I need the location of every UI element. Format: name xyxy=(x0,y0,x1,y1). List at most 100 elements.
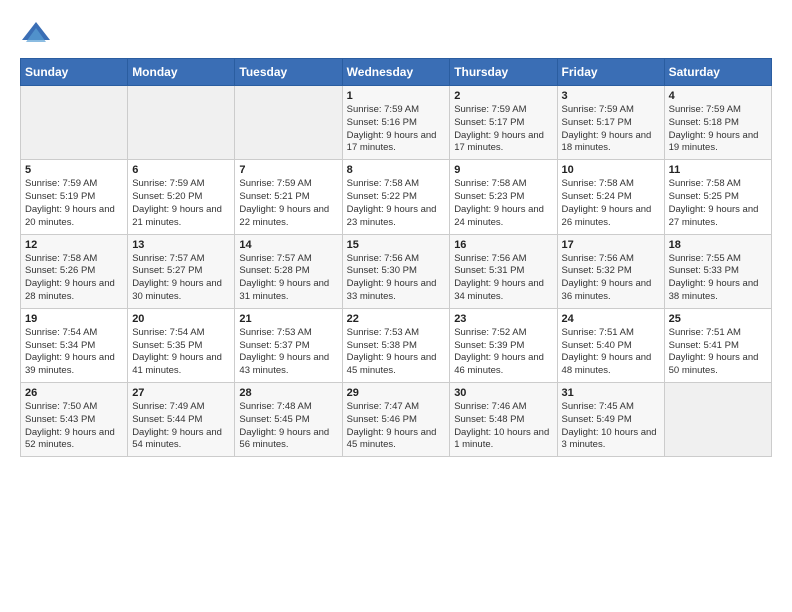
day-info: Sunrise: 7:47 AM Sunset: 5:46 PM Dayligh… xyxy=(347,401,446,452)
day-number: 22 xyxy=(347,313,446,325)
calendar-week-row: 1Sunrise: 7:59 AM Sunset: 5:16 PM Daylig… xyxy=(21,86,772,160)
day-number: 15 xyxy=(347,239,446,251)
day-info: Sunrise: 7:57 AM Sunset: 5:28 PM Dayligh… xyxy=(239,253,337,304)
day-number: 13 xyxy=(132,239,230,251)
page-header xyxy=(20,20,772,48)
weekday-header: Saturday xyxy=(664,59,771,86)
calendar-cell: 7 Sunrise: 7:59 AM Sunset: 5:21 PM Daylig… xyxy=(235,160,342,234)
logo-icon xyxy=(20,20,52,48)
day-number: 11 xyxy=(669,164,767,176)
calendar-cell: 3 Sunrise: 7:59 AM Sunset: 5:17 PM Daylig… xyxy=(557,86,664,160)
calendar-cell: 19Sunrise: 7:54 AM Sunset: 5:34 PM Dayli… xyxy=(21,308,128,382)
calendar-cell xyxy=(235,86,342,160)
calendar-cell: 20 Sunrise: 7:54 AM Sunset: 5:35 PM Dayli… xyxy=(128,308,235,382)
day-info: Sunrise: 7:58 AM Sunset: 5:22 PM Dayligh… xyxy=(347,178,446,229)
day-number: 3 xyxy=(562,90,660,102)
day-number: 2 xyxy=(454,90,552,102)
day-info: Sunrise: 7:58 AM Sunset: 5:24 PM Dayligh… xyxy=(562,178,660,229)
day-info: Sunrise: 7:59 AM Sunset: 5:20 PM Dayligh… xyxy=(132,178,230,229)
day-info: Sunrise: 7:57 AM Sunset: 5:27 PM Dayligh… xyxy=(132,253,230,304)
day-number: 26 xyxy=(25,387,123,399)
day-info: Sunrise: 7:52 AM Sunset: 5:39 PM Dayligh… xyxy=(454,327,552,378)
calendar-cell: 23 Sunrise: 7:52 AM Sunset: 5:39 PM Dayli… xyxy=(450,308,557,382)
day-info: Sunrise: 7:58 AM Sunset: 5:23 PM Dayligh… xyxy=(454,178,552,229)
day-number: 23 xyxy=(454,313,552,325)
weekday-header: Sunday xyxy=(21,59,128,86)
day-number: 14 xyxy=(239,239,337,251)
calendar-cell: 24 Sunrise: 7:51 AM Sunset: 5:40 PM Dayli… xyxy=(557,308,664,382)
day-info: Sunrise: 7:59 AM Sunset: 5:16 PM Dayligh… xyxy=(347,104,446,155)
calendar-cell: 16 Sunrise: 7:56 AM Sunset: 5:31 PM Dayli… xyxy=(450,234,557,308)
calendar-cell: 18Sunrise: 7:55 AM Sunset: 5:33 PM Dayli… xyxy=(664,234,771,308)
day-info: Sunrise: 7:51 AM Sunset: 5:41 PM Dayligh… xyxy=(669,327,767,378)
day-info: Sunrise: 7:53 AM Sunset: 5:37 PM Dayligh… xyxy=(239,327,337,378)
logo xyxy=(20,20,56,48)
weekday-header: Wednesday xyxy=(342,59,450,86)
weekday-header: Friday xyxy=(557,59,664,86)
calendar-cell: 1Sunrise: 7:59 AM Sunset: 5:16 PM Daylig… xyxy=(342,86,450,160)
calendar-cell: 14 Sunrise: 7:57 AM Sunset: 5:28 PM Dayli… xyxy=(235,234,342,308)
day-info: Sunrise: 7:50 AM Sunset: 5:43 PM Dayligh… xyxy=(25,401,123,452)
day-number: 24 xyxy=(562,313,660,325)
day-info: Sunrise: 7:58 AM Sunset: 5:25 PM Dayligh… xyxy=(669,178,767,229)
day-info: Sunrise: 7:48 AM Sunset: 5:45 PM Dayligh… xyxy=(239,401,337,452)
day-info: Sunrise: 7:56 AM Sunset: 5:32 PM Dayligh… xyxy=(562,253,660,304)
day-info: Sunrise: 7:59 AM Sunset: 5:21 PM Dayligh… xyxy=(239,178,337,229)
day-number: 6 xyxy=(132,164,230,176)
day-number: 17 xyxy=(562,239,660,251)
day-number: 25 xyxy=(669,313,767,325)
calendar-cell: 17 Sunrise: 7:56 AM Sunset: 5:32 PM Dayli… xyxy=(557,234,664,308)
day-number: 12 xyxy=(25,239,123,251)
day-number: 31 xyxy=(562,387,660,399)
day-info: Sunrise: 7:55 AM Sunset: 5:33 PM Dayligh… xyxy=(669,253,767,304)
day-info: Sunrise: 7:56 AM Sunset: 5:31 PM Dayligh… xyxy=(454,253,552,304)
calendar-week-row: 12 Sunrise: 7:58 AM Sunset: 5:26 PM Dayli… xyxy=(21,234,772,308)
day-number: 29 xyxy=(347,387,446,399)
calendar-cell xyxy=(128,86,235,160)
calendar-week-row: 5Sunrise: 7:59 AM Sunset: 5:19 PM Daylig… xyxy=(21,160,772,234)
calendar-cell: 11 Sunrise: 7:58 AM Sunset: 5:25 PM Dayli… xyxy=(664,160,771,234)
day-info: Sunrise: 7:59 AM Sunset: 5:19 PM Dayligh… xyxy=(25,178,123,229)
day-info: Sunrise: 7:51 AM Sunset: 5:40 PM Dayligh… xyxy=(562,327,660,378)
calendar-cell: 15 Sunrise: 7:56 AM Sunset: 5:30 PM Dayli… xyxy=(342,234,450,308)
calendar-cell: 13 Sunrise: 7:57 AM Sunset: 5:27 PM Dayli… xyxy=(128,234,235,308)
day-number: 4 xyxy=(669,90,767,102)
day-info: Sunrise: 7:45 AM Sunset: 5:49 PM Dayligh… xyxy=(562,401,660,452)
day-number: 9 xyxy=(454,164,552,176)
calendar-header-row: SundayMondayTuesdayWednesdayThursdayFrid… xyxy=(21,59,772,86)
calendar-cell: 25 Sunrise: 7:51 AM Sunset: 5:41 PM Dayli… xyxy=(664,308,771,382)
day-number: 27 xyxy=(132,387,230,399)
day-info: Sunrise: 7:59 AM Sunset: 5:17 PM Dayligh… xyxy=(562,104,660,155)
calendar-week-row: 26 Sunrise: 7:50 AM Sunset: 5:43 PM Dayli… xyxy=(21,383,772,457)
day-info: Sunrise: 7:46 AM Sunset: 5:48 PM Dayligh… xyxy=(454,401,552,452)
calendar-table: SundayMondayTuesdayWednesdayThursdayFrid… xyxy=(20,58,772,457)
day-number: 21 xyxy=(239,313,337,325)
calendar-cell: 26 Sunrise: 7:50 AM Sunset: 5:43 PM Dayli… xyxy=(21,383,128,457)
day-number: 8 xyxy=(347,164,446,176)
day-info: Sunrise: 7:54 AM Sunset: 5:34 PM Dayligh… xyxy=(25,327,123,378)
day-info: Sunrise: 7:59 AM Sunset: 5:17 PM Dayligh… xyxy=(454,104,552,155)
day-info: Sunrise: 7:54 AM Sunset: 5:35 PM Dayligh… xyxy=(132,327,230,378)
calendar-cell: 10 Sunrise: 7:58 AM Sunset: 5:24 PM Dayli… xyxy=(557,160,664,234)
day-info: Sunrise: 7:49 AM Sunset: 5:44 PM Dayligh… xyxy=(132,401,230,452)
calendar-cell: 4 Sunrise: 7:59 AM Sunset: 5:18 PM Daylig… xyxy=(664,86,771,160)
day-info: Sunrise: 7:59 AM Sunset: 5:18 PM Dayligh… xyxy=(669,104,767,155)
weekday-header: Monday xyxy=(128,59,235,86)
day-number: 30 xyxy=(454,387,552,399)
calendar-cell xyxy=(21,86,128,160)
day-info: Sunrise: 7:56 AM Sunset: 5:30 PM Dayligh… xyxy=(347,253,446,304)
day-number: 20 xyxy=(132,313,230,325)
calendar-cell: 29 Sunrise: 7:47 AM Sunset: 5:46 PM Dayli… xyxy=(342,383,450,457)
day-number: 10 xyxy=(562,164,660,176)
calendar-cell: 8 Sunrise: 7:58 AM Sunset: 5:22 PM Daylig… xyxy=(342,160,450,234)
calendar-cell xyxy=(664,383,771,457)
day-info: Sunrise: 7:58 AM Sunset: 5:26 PM Dayligh… xyxy=(25,253,123,304)
calendar-cell: 28 Sunrise: 7:48 AM Sunset: 5:45 PM Dayli… xyxy=(235,383,342,457)
calendar-cell: 27 Sunrise: 7:49 AM Sunset: 5:44 PM Dayli… xyxy=(128,383,235,457)
day-number: 28 xyxy=(239,387,337,399)
calendar-cell: 12 Sunrise: 7:58 AM Sunset: 5:26 PM Dayli… xyxy=(21,234,128,308)
calendar-cell: 2 Sunrise: 7:59 AM Sunset: 5:17 PM Daylig… xyxy=(450,86,557,160)
day-number: 16 xyxy=(454,239,552,251)
day-number: 7 xyxy=(239,164,337,176)
calendar-page: SundayMondayTuesdayWednesdayThursdayFrid… xyxy=(0,0,792,467)
